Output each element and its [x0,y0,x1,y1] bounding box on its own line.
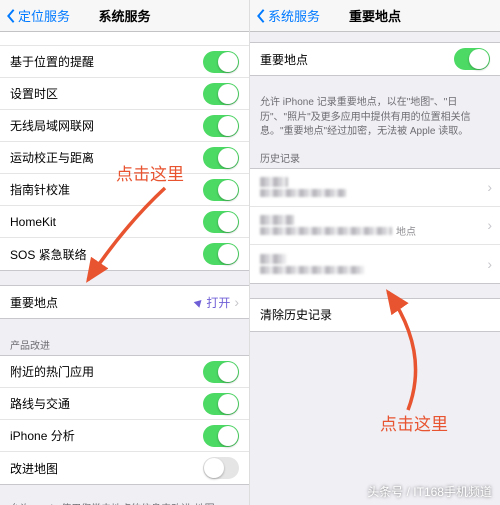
toggle-switch[interactable] [203,83,239,105]
nav-back-label: 系统服务 [268,6,320,25]
row-label: 改进地图 [10,460,203,477]
chevron-right-icon: › [234,294,239,310]
toggle-switch[interactable] [203,243,239,265]
improve-row[interactable]: iPhone 分析 [0,420,249,452]
chevron-left-icon [6,8,16,24]
blurred-subtitle [260,227,392,235]
annotation-arrow-icon [70,180,190,300]
improve-row[interactable]: 附近的热门应用 [0,356,249,388]
row-label: 基于位置的提醒 [10,53,203,70]
nav-bar: 定位服务 系统服务 [0,0,249,32]
row-detail: 打开 [195,294,230,311]
section-header-improve: 产品改进 [0,333,249,355]
description-text: 允许 iPhone 记录重要地点，以在"地图"、"日历"、"照片"及更多应用中提… [250,90,500,146]
chevron-left-icon [256,8,266,24]
nav-back-label: 定位服务 [18,6,70,25]
blurred-title [260,177,288,187]
significant-toggle-group: 重要地点 [250,42,500,76]
section-header-history: 历史记录 [250,146,500,168]
history-item[interactable]: 地点 › [250,207,500,245]
history-item[interactable]: › [250,169,500,207]
toggle-switch[interactable] [203,179,239,201]
significant-toggle-row[interactable]: 重要地点 [250,43,500,75]
toggle-switch[interactable] [454,48,490,70]
history-item[interactable]: › [250,245,500,283]
system-service-row[interactable]: 基于位置的提醒 [0,46,249,78]
location-arrow-icon [194,297,205,308]
annotation-arrow-icon [360,282,480,422]
nav-title: 系统服务 [98,6,150,25]
system-service-row[interactable]: 无线局域网联网 [0,110,249,142]
nav-back-button[interactable]: 定位服务 [6,6,70,25]
row-label: 附近的热门应用 [10,363,203,380]
blurred-title [260,254,286,264]
blurred-subtitle [260,266,364,274]
footer-note: 允许 Apple 使用您常去地点的信息来改进"地图"。 关于改进地图与隐私… [0,499,249,505]
annotation-click-here: 点击这里 [380,410,448,435]
toggle-switch[interactable] [203,211,239,233]
toggle-switch[interactable] [203,393,239,415]
improve-row[interactable]: 改进地图 [0,452,249,484]
annotation-click-here: 点击这里 [116,160,184,185]
row-label: 设置时区 [10,85,203,102]
toggle-switch[interactable] [203,115,239,137]
history-list: › 地点 › › [250,168,500,284]
toggle-switch[interactable] [203,361,239,383]
row-label: 路线与交通 [10,395,203,412]
toggle-switch[interactable] [203,51,239,73]
improve-row[interactable]: 路线与交通 [0,388,249,420]
blurred-subtitle [260,189,346,197]
chevron-right-icon: › [487,256,492,272]
chevron-right-icon: › [487,217,492,233]
history-extra: 地点 [396,223,416,238]
screen-system-services: 定位服务 系统服务 基于位置的提醒设置时区无线局域网联网运动校正与距离指南针校准… [0,0,250,505]
system-service-row[interactable]: 设置时区 [0,78,249,110]
toggle-switch[interactable] [203,147,239,169]
nav-bar: 系统服务 重要地点 [250,0,500,32]
partial-row [0,32,249,46]
chevron-right-icon: › [487,179,492,195]
toggle-switch[interactable] [203,457,239,479]
blurred-title [260,215,294,225]
toggle-switch[interactable] [203,425,239,447]
nav-title: 重要地点 [349,6,401,25]
row-label: iPhone 分析 [10,427,203,444]
watermark-text: 头条号 / IT168手机频道 [367,483,492,500]
row-label: 重要地点 [260,51,454,68]
product-improve-list: 附近的热门应用路线与交通 iPhone 分析改进地图 [0,355,249,485]
screen-significant-locations: 系统服务 重要地点 重要地点 允许 iPhone 记录重要地点，以在"地图"、"… [250,0,500,505]
nav-back-button[interactable]: 系统服务 [256,6,320,25]
row-label: 无线局域网联网 [10,117,203,134]
